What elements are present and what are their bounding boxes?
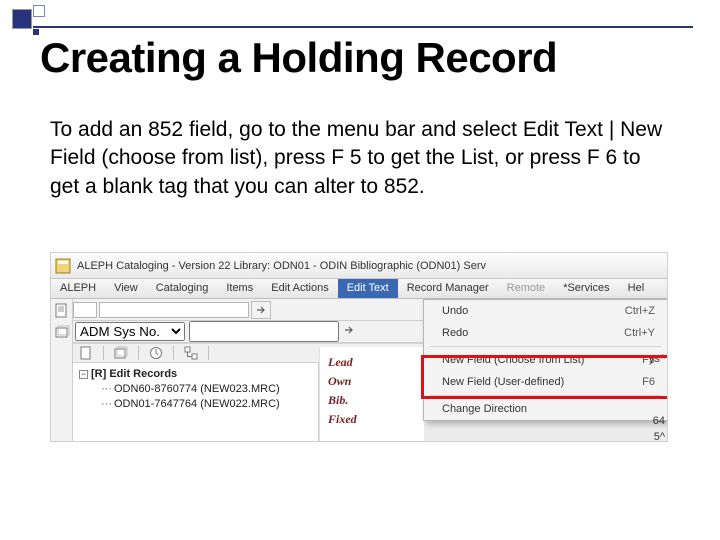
menu-separator — [430, 395, 661, 396]
tab-doc-icon[interactable] — [79, 346, 93, 360]
gutter-text: ys^ — [649, 353, 665, 365]
tab-sep — [208, 346, 209, 360]
collapse-icon[interactable]: − — [79, 370, 88, 379]
record-tree: −[R] Edit Records ODN60-8760774 (NEW023.… — [73, 363, 319, 441]
sysno-select[interactable]: ADM Sys No. — [75, 322, 185, 341]
toolbar-stack-icon[interactable] — [54, 325, 70, 341]
sysno-go-button[interactable] — [343, 323, 355, 341]
menu-change-direction[interactable]: Change Direction — [424, 398, 667, 420]
tree-child[interactable]: ODN60-8760774 (NEW023.MRC) — [73, 381, 318, 396]
slide-title: Creating a Holding Record — [40, 34, 557, 82]
slide-body-text: To add an 852 field, go to the menu bar … — [50, 116, 670, 201]
window-titlebar: ALEPH Cataloging - Version 22 Library: O… — [51, 253, 667, 279]
menu-redo[interactable]: RedoCtrl+Y — [424, 322, 667, 344]
menu-items[interactable]: Items — [217, 279, 262, 298]
app-body: ADM Sys No. −[R] Edit Records ODN60-8760… — [51, 299, 667, 441]
tab-sep — [103, 346, 104, 360]
slide-deco-square-small — [33, 5, 45, 17]
gutter-text: 5^ — [654, 431, 665, 442]
tab-tree-icon[interactable] — [184, 346, 198, 360]
sysno-input[interactable] — [189, 321, 339, 342]
menu-services[interactable]: *Services — [554, 279, 618, 298]
tab-clock-icon[interactable] — [149, 346, 163, 360]
tab-sep — [173, 346, 174, 360]
slide-deco-tick — [33, 29, 39, 35]
menu-remote[interactable]: Remote — [498, 279, 555, 298]
menu-separator — [430, 346, 661, 347]
tree-child[interactable]: ODN01-7647764 (NEW022.MRC) — [73, 396, 318, 411]
menu-undo[interactable]: UndoCtrl+Z — [424, 300, 667, 322]
search-input[interactable] — [99, 302, 249, 318]
field-label-column: Lead Own Bib. Fixed — [319, 347, 424, 441]
tree-root[interactable]: −[R] Edit Records — [73, 367, 318, 381]
menu-help[interactable]: Hel — [619, 279, 654, 298]
window-title-text: ALEPH Cataloging - Version 22 Library: O… — [77, 260, 486, 272]
tab-stack-icon[interactable] — [114, 346, 128, 360]
app-icon — [55, 258, 71, 274]
menu-aleph[interactable]: ALEPH — [51, 279, 105, 298]
menubar: ALEPH View Cataloging Items Edit Actions… — [51, 279, 667, 299]
sysno-row: ADM Sys No. — [73, 321, 423, 343]
menu-edit-actions[interactable]: Edit Actions — [262, 279, 337, 298]
arrow-right-icon — [343, 324, 355, 336]
gutter-text: 64 — [653, 415, 665, 427]
tab-sep — [138, 346, 139, 360]
app-screenshot: ALEPH Cataloging - Version 22 Library: O… — [50, 252, 668, 442]
toolbar-document-icon[interactable] — [54, 303, 70, 319]
search-prefix-input[interactable] — [73, 302, 97, 318]
arrow-right-icon — [255, 304, 267, 316]
edit-text-dropdown: UndoCtrl+Z RedoCtrl+Y New Field (Choose … — [423, 299, 668, 421]
go-button[interactable] — [251, 301, 271, 319]
menu-new-field-user[interactable]: New Field (User-defined)F6 — [424, 371, 667, 393]
field-label: Fixed — [328, 410, 424, 429]
slide-deco-rule — [33, 26, 693, 28]
menu-cataloging[interactable]: Cataloging — [147, 279, 218, 298]
menu-record-manager[interactable]: Record Manager — [398, 279, 498, 298]
field-label: Bib. — [328, 391, 424, 410]
menu-view[interactable]: View — [105, 279, 147, 298]
search-row — [73, 299, 423, 321]
menu-new-field-list[interactable]: New Field (Choose from List)F5 — [424, 349, 667, 371]
menu-edit-text[interactable]: Edit Text — [338, 279, 398, 298]
field-label: Own — [328, 372, 424, 391]
left-toolbar — [51, 299, 73, 441]
field-label: Lead — [328, 353, 424, 372]
slide-deco-square-large — [12, 9, 32, 29]
